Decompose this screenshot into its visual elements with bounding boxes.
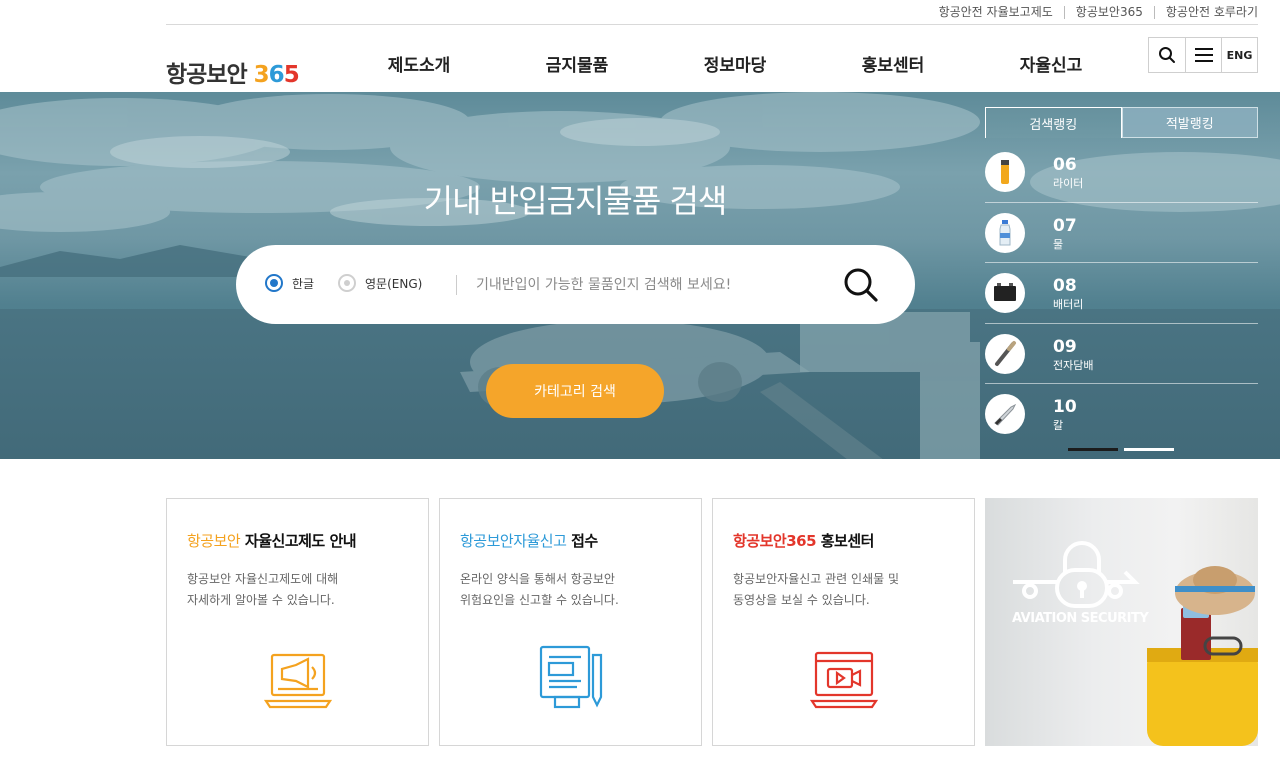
card-title-accent: 항공보안자율신고 [460,532,567,550]
utility-links: 항공안전 자율보고제도 항공보안365 항공안전 호루라기 [928,6,1258,19]
rank-label: 배터리 [1053,298,1084,311]
radio-korean-label: 한글 [292,276,315,291]
radio-korean[interactable]: 한글 [265,274,314,292]
util-link-safety-whistle[interactable]: 항공안전 호루라기 [1153,6,1258,19]
utility-bar: 항공안전 자율보고제도 항공보안365 항공안전 호루라기 [166,0,1258,25]
search-icon [1159,47,1175,63]
nav-item-info[interactable]: 정보마당 [656,51,814,76]
rank-label: 칼 [1053,419,1064,432]
card-title: 항공보안 자율신고제도 안내 [187,530,357,551]
header-menu-button[interactable] [1185,38,1221,72]
card-title-rest: 접수 [566,532,598,550]
logo[interactable]: 항공보안 365 [166,55,300,89]
video-monitor-icon [810,651,878,709]
header-tools: ENG [1148,37,1258,73]
radio-english[interactable]: 영문(ENG) [338,274,422,292]
rank-label: 전자담배 [1053,358,1094,372]
card-self-report-guide[interactable]: 항공보안 자율신고제도 안내 항공보안 자율신고제도에 대해 자세하게 알아볼 … [166,498,429,746]
rank-thumbnail [985,152,1025,192]
ranking-item[interactable]: 08 배터리 [985,263,1258,324]
rank-thumbnail [985,212,1025,253]
logo-text: 항공보안 [166,62,254,88]
hamburger-menu-icon [1194,48,1213,62]
hero-title: 기내 반입금지물품 검색 [423,182,728,220]
header: 항공보안 365 제도소개 금지물품 정보마당 홍보센터 자율신고 ENG [0,25,1280,92]
battery-icon [994,283,1016,301]
card-title-rest: 자율신고제도 안내 [240,532,357,550]
nav-item-intro[interactable]: 제도소개 [340,51,498,76]
rank-thumbnail [985,394,1025,434]
aviation-security-photo-card[interactable]: AVIATION SECURITY [985,498,1258,746]
language-eng-button[interactable]: ENG [1221,38,1257,72]
search-input[interactable] [476,271,816,299]
aviation-security-text: AVIATION SECURITY [1012,611,1149,626]
card-description: 온라인 양식을 통해서 항공보안 위험요인을 신고할 수 있습니다. [460,572,619,607]
ranking-tabs: 검색랭킹 적발랭킹 [985,107,1258,138]
card-self-report-submission[interactable]: 항공보안자율신고 접수 온라인 양식을 통해서 항공보안 위험요인을 신고할 수… [439,498,702,746]
ranking-item[interactable]: 09 전자담배 [985,324,1258,384]
prohibited-item-search-box: 한글 영문(ENG) [236,245,915,324]
card-title: 항공보안자율신고 접수 [460,530,598,551]
tab-search-ranking[interactable]: 검색랭킹 [985,107,1122,138]
rank-label: 라이터 [1053,177,1084,190]
pagination-bar-1[interactable] [1068,448,1118,451]
rank-number: 09 [1053,336,1077,357]
service-cards: 항공보안 자율신고제도 안내 항공보안 자율신고제도에 대해 자세하게 알아볼 … [166,498,1258,746]
knife-icon [994,403,1017,426]
nav-item-pr-center[interactable]: 홍보센터 [814,51,972,76]
ranking-list: 06 라이터 07 물 08 배터리 09 전자담배 10 칼 [985,142,1258,445]
card-title-accent: 항공보안365 [733,532,817,550]
card-title-rest: 홍보센터 [816,532,875,550]
main-nav: 제도소개 금지물품 정보마당 홍보센터 자율신고 [340,51,1130,76]
card-pr-center[interactable]: 항공보안365 홍보센터 항공보안자율신고 관련 인쇄물 및 동영상을 보실 수… [712,498,975,746]
lighter-icon [1001,160,1009,184]
nav-item-prohibited[interactable]: 금지물품 [498,51,656,76]
card-description: 항공보안 자율신고제도에 대해 자세하게 알아볼 수 있습니다. [187,572,339,607]
util-link-safety-report[interactable]: 항공안전 자율보고제도 [928,6,1064,19]
radio-selected-indicator [265,274,283,292]
search-divider [456,275,457,295]
pagination-bar-2[interactable] [1124,448,1174,451]
search-icon [844,268,878,302]
logo-digit-6: 6 [268,62,285,88]
category-search-button[interactable]: 카테고리 검색 [486,364,664,418]
radio-unselected-indicator [338,274,356,292]
hero-banner: 기내 반입금지물품 검색 한글 영문(ENG) 카테고리 검색 검색랭킹 적발랭… [0,92,1280,459]
rank-label: 물 [1053,237,1064,251]
rank-number: 08 [1053,276,1077,296]
nav-item-self-report[interactable]: 자율신고 [972,51,1130,76]
logo-digit-3: 3 [253,62,270,88]
search-submit-button[interactable] [843,267,879,303]
document-pencil-icon [539,645,603,709]
e-cigarette-icon [995,340,1016,366]
util-link-security365[interactable]: 항공보안365 [1063,6,1154,19]
logo-digit-5: 5 [283,62,300,88]
tab-detection-ranking[interactable]: 적발랭킹 [1121,107,1258,138]
rank-number: 07 [1053,215,1077,236]
ranking-item[interactable]: 07 물 [985,203,1258,263]
header-search-button[interactable] [1149,38,1185,72]
water-bottle-icon [999,219,1011,245]
card-title-accent: 항공보안 [187,532,241,550]
card-title: 항공보안365 홍보센터 [733,530,874,551]
rank-thumbnail [985,273,1025,313]
ranking-pagination [1068,448,1174,451]
rank-number: 10 [1053,397,1077,417]
ranking-item[interactable]: 06 라이터 [985,142,1258,203]
megaphone-laptop-icon [264,653,332,709]
radio-english-label: 영문(ENG) [365,276,423,291]
ranking-item[interactable]: 10 칼 [985,384,1258,445]
card-description: 항공보안자율신고 관련 인쇄물 및 동영상을 보실 수 있습니다. [733,572,900,607]
rank-thumbnail [985,333,1025,374]
rank-number: 06 [1053,155,1077,175]
